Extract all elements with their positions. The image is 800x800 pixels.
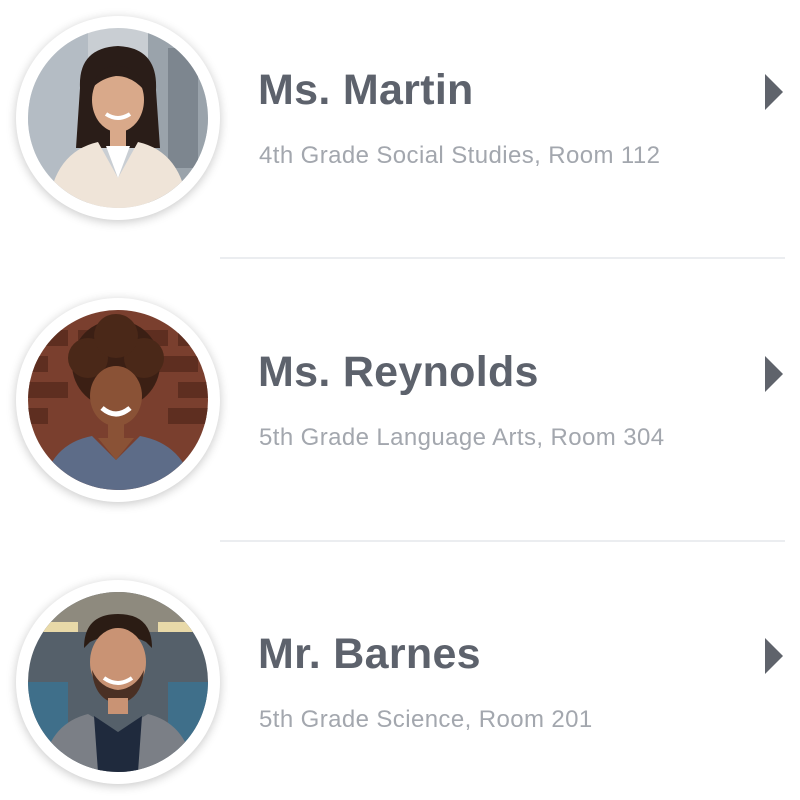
teacher-row-reynolds[interactable]: Ms. Reynolds 5th Grade Language Arts, Ro… bbox=[0, 298, 800, 538]
teacher-class-info: 4th Grade Social Studies, Room 112 bbox=[259, 142, 661, 169]
teacher-list: Ms. Martin 4th Grade Social Studies, Roo… bbox=[0, 0, 800, 800]
teacher-photo bbox=[28, 592, 208, 772]
teacher-name: Mr. Barnes bbox=[258, 630, 481, 678]
chevron-right-icon[interactable] bbox=[763, 354, 785, 394]
teacher-name: Ms. Reynolds bbox=[258, 348, 539, 396]
teacher-class-info: 5th Grade Language Arts, Room 304 bbox=[259, 424, 665, 451]
teacher-name: Ms. Martin bbox=[258, 66, 474, 114]
avatar[interactable] bbox=[16, 298, 220, 502]
teacher-row-barnes[interactable]: Mr. Barnes 5th Grade Science, Room 201 bbox=[0, 580, 800, 800]
avatar[interactable] bbox=[16, 580, 220, 784]
avatar[interactable] bbox=[16, 16, 220, 220]
row-divider bbox=[220, 540, 785, 542]
row-divider bbox=[220, 257, 785, 259]
teacher-class-info: 5th Grade Science, Room 201 bbox=[259, 706, 593, 733]
chevron-right-icon[interactable] bbox=[763, 636, 785, 676]
teacher-photo bbox=[28, 28, 208, 208]
chevron-right-icon[interactable] bbox=[763, 72, 785, 112]
teacher-row-martin[interactable]: Ms. Martin 4th Grade Social Studies, Roo… bbox=[0, 16, 800, 256]
teacher-photo bbox=[28, 310, 208, 490]
